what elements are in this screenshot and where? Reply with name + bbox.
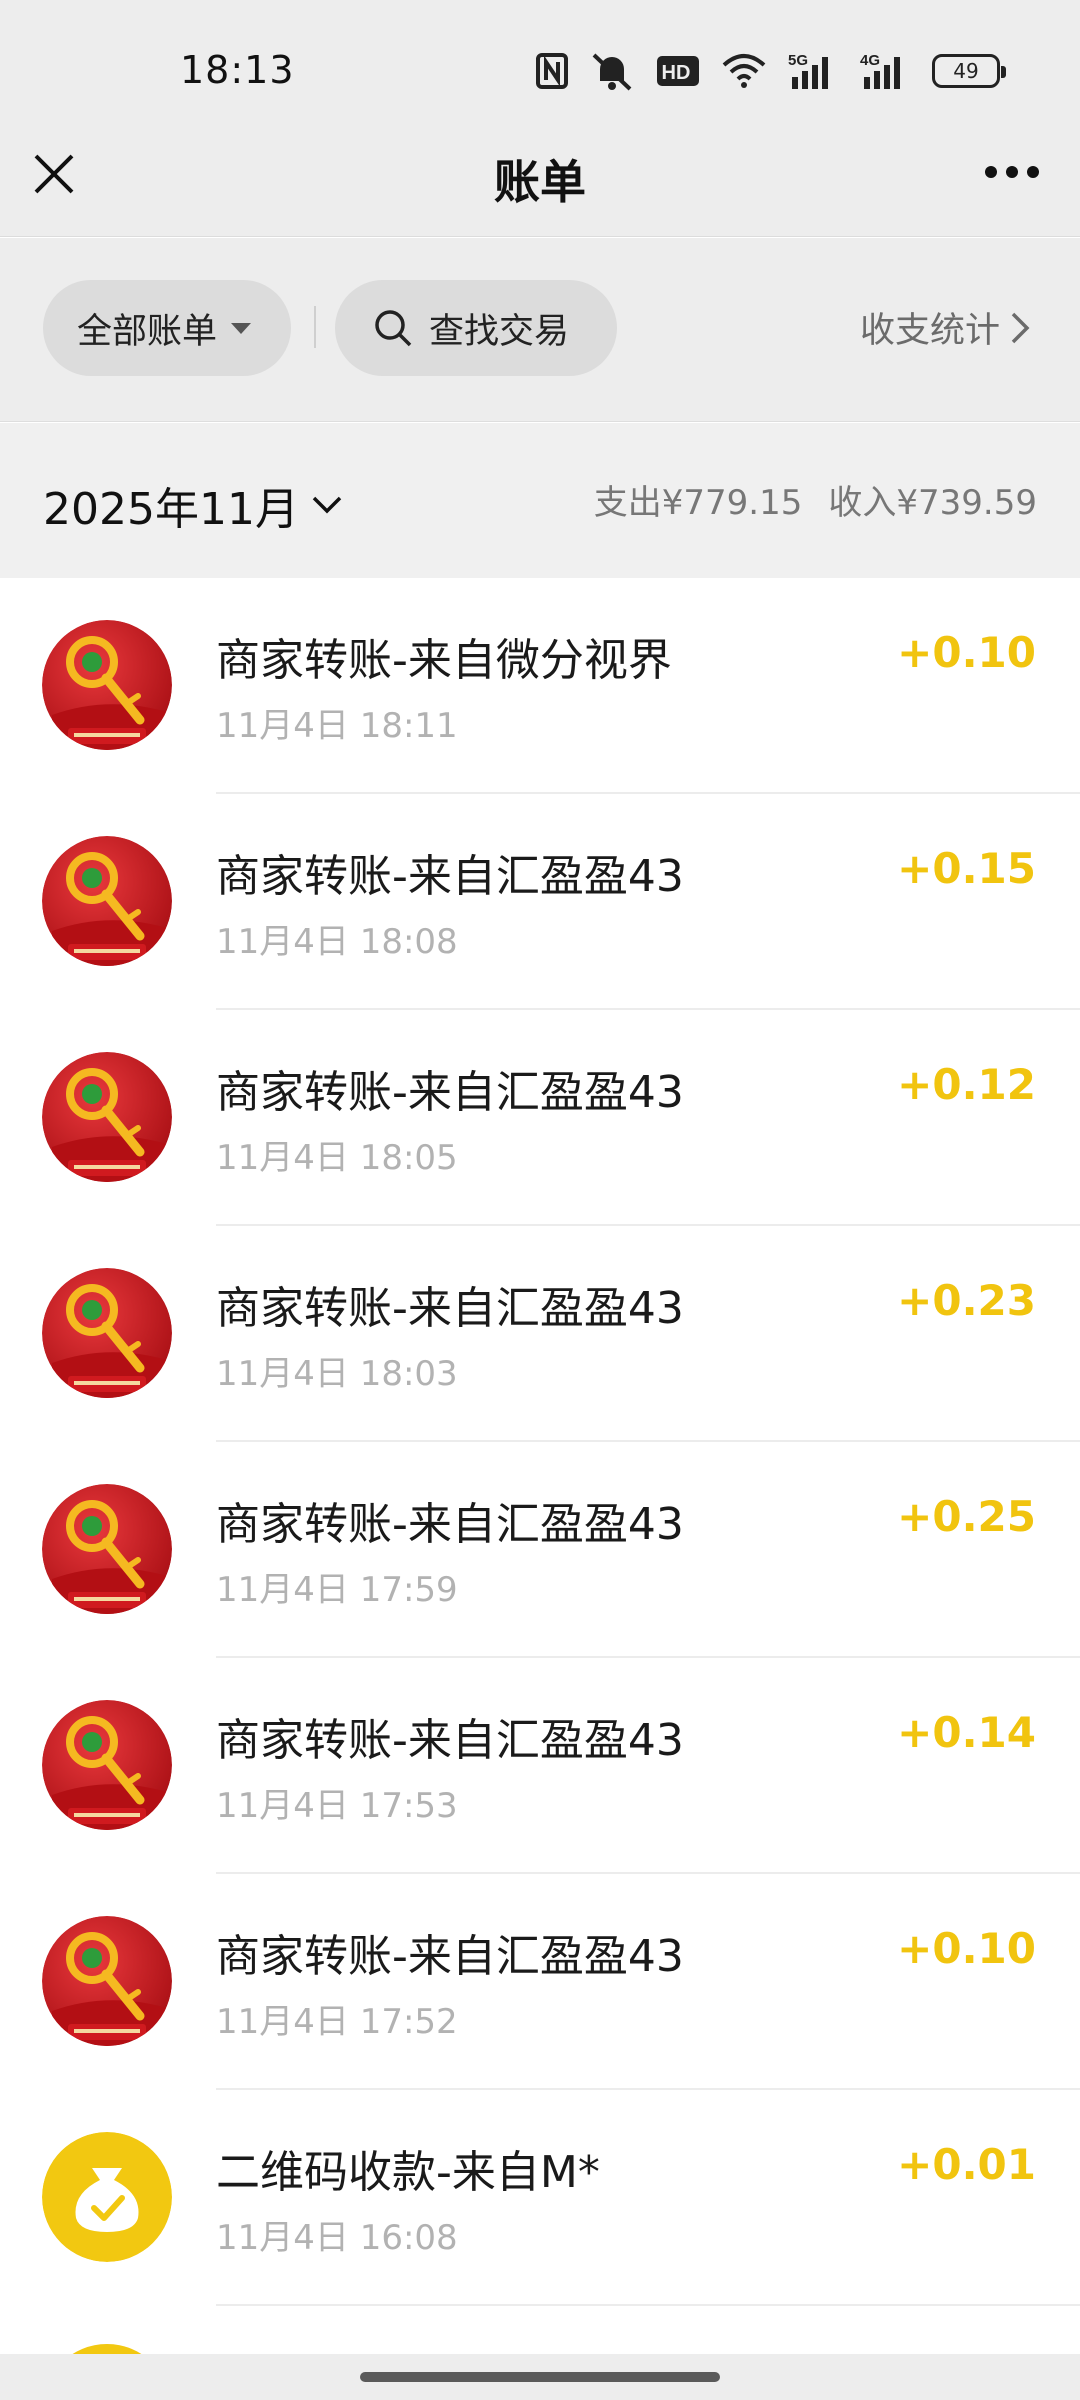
status-time: 18:13: [180, 48, 295, 92]
battery-level: 49: [953, 59, 979, 83]
search-transaction-button[interactable]: 查找交易: [335, 280, 617, 376]
transaction-row[interactable]: 商家转账-来自汇盈盈43 11月4日 18:05 +0.12: [0, 1010, 1080, 1226]
status-icons: HD 5G 4G 49: [536, 50, 1006, 92]
search-label: 查找交易: [429, 311, 570, 352]
income-expense-stats-link[interactable]: 收支统计: [860, 302, 1030, 353]
transaction-amount: +0.25: [897, 1492, 1036, 1541]
transaction-title: 商家转账-来自微分视界: [216, 635, 672, 686]
net2-label: 4G: [860, 52, 880, 69]
hd-icon: HD: [656, 51, 700, 91]
chevron-down-icon: [312, 496, 342, 514]
transaction-row[interactable]: 商家转账-来自汇盈盈43 11月4日 17:53 +0.14: [0, 1658, 1080, 1874]
transaction-row[interactable]: 商家转账-来自汇盈盈43 11月4日 18:08 +0.15: [0, 794, 1080, 1010]
transaction-amount: +0.15: [897, 844, 1036, 893]
signal-5g-icon: 5G: [788, 51, 838, 91]
nav-bar: 账单: [0, 140, 1080, 237]
red-envelope-key-icon: [42, 1052, 172, 1182]
transaction-title: 商家转账-来自汇盈盈43: [216, 1715, 684, 1766]
gesture-area: [0, 2354, 1080, 2400]
expense-total: 支出¥779.15: [593, 483, 803, 523]
red-envelope-key-icon: [42, 1916, 172, 2046]
transaction-amount: +0.12: [897, 1060, 1036, 1109]
transaction-title: 商家转账-来自汇盈盈43: [216, 1283, 684, 1334]
transaction-amount: +0.01: [897, 2140, 1036, 2189]
home-gesture-bar[interactable]: [360, 2372, 720, 2382]
more-icon[interactable]: [984, 162, 1040, 182]
transaction-title: 商家转账-来自汇盈盈43: [216, 1931, 684, 1982]
filter-divider: [314, 306, 316, 348]
battery-icon: 49: [932, 54, 1006, 88]
transaction-amount: +0.10: [897, 1924, 1036, 1973]
all-bills-label: 全部账单: [77, 311, 218, 352]
transaction-row[interactable]: 二维码收款-来自M* 11月4日 16:08 +0.01: [0, 2090, 1080, 2306]
page-title: 账单: [494, 155, 586, 209]
transaction-title: 二维码收款-来自M*: [216, 2147, 600, 2198]
status-bar: 18:13 HD 5G 4G 49: [0, 0, 1080, 140]
transaction-amount: +0.23: [897, 1276, 1036, 1325]
red-envelope-key-icon: [42, 836, 172, 966]
income-total: 收入¥739.59: [828, 483, 1037, 523]
transaction-row[interactable]: 商家转账-来自微分视界 11月4日 18:11 +0.10: [0, 578, 1080, 794]
red-envelope-key-icon: [42, 1268, 172, 1398]
transaction-title: 商家转账-来自汇盈盈43: [216, 1067, 684, 1118]
search-icon: [375, 310, 412, 347]
transaction-title: 商家转账-来自汇盈盈43: [216, 1499, 684, 1550]
transaction-list: 商家转账-来自微分视界 11月4日 18:11 +0.10 商家转账-来自汇盈盈43 1…: [0, 578, 1080, 2400]
month-label: 2025年11月: [43, 484, 299, 535]
transaction-time: 11月4日 17:53: [216, 1786, 458, 1826]
transaction-time: 11月4日 18:03: [216, 1354, 458, 1394]
hd-label: HD: [662, 62, 691, 84]
month-header: 2025年11月 支出¥779.15 收入¥739.59: [0, 423, 1080, 578]
transaction-row[interactable]: 商家转账-来自汇盈盈43 11月4日 18:03 +0.23: [0, 1226, 1080, 1442]
transaction-time: 11月4日 18:08: [216, 922, 458, 962]
transaction-amount: +0.10: [897, 628, 1036, 677]
red-envelope-key-icon: [42, 1484, 172, 1614]
transaction-row[interactable]: 商家转账-来自汇盈盈43 11月4日 17:59 +0.25: [0, 1442, 1080, 1658]
filter-bar: 全部账单 查找交易 收支统计: [0, 238, 1080, 422]
all-bills-dropdown[interactable]: 全部账单: [43, 280, 291, 376]
red-envelope-key-icon: [42, 620, 172, 750]
nfc-icon: [536, 51, 568, 91]
transaction-time: 11月4日 17:52: [216, 2002, 458, 2042]
caret-down-icon: [231, 322, 252, 334]
mute-icon: [590, 51, 634, 91]
transaction-time: 11月4日 17:59: [216, 1570, 458, 1610]
net1-label: 5G: [788, 52, 808, 69]
month-selector[interactable]: 2025年11月: [43, 473, 343, 537]
transaction-amount: +0.14: [897, 1708, 1036, 1757]
transaction-title: 商家转账-来自汇盈盈43: [216, 851, 684, 902]
red-envelope-key-icon: [42, 1700, 172, 1830]
transaction-time: 11月4日 16:08: [216, 2218, 458, 2258]
stats-label: 收支统计: [859, 311, 1000, 351]
chevron-right-icon: [1011, 312, 1030, 343]
transaction-time: 11月4日 18:11: [216, 706, 458, 746]
transaction-row[interactable]: 商家转账-来自汇盈盈43 11月4日 17:52 +0.10: [0, 1874, 1080, 2090]
signal-4g-icon: 4G: [860, 51, 910, 91]
money-bag-icon: [42, 2132, 172, 2262]
transaction-time: 11月4日 18:05: [216, 1138, 458, 1178]
wifi-icon: [722, 51, 766, 91]
month-summary: 支出¥779.15 收入¥739.59: [594, 475, 1037, 524]
